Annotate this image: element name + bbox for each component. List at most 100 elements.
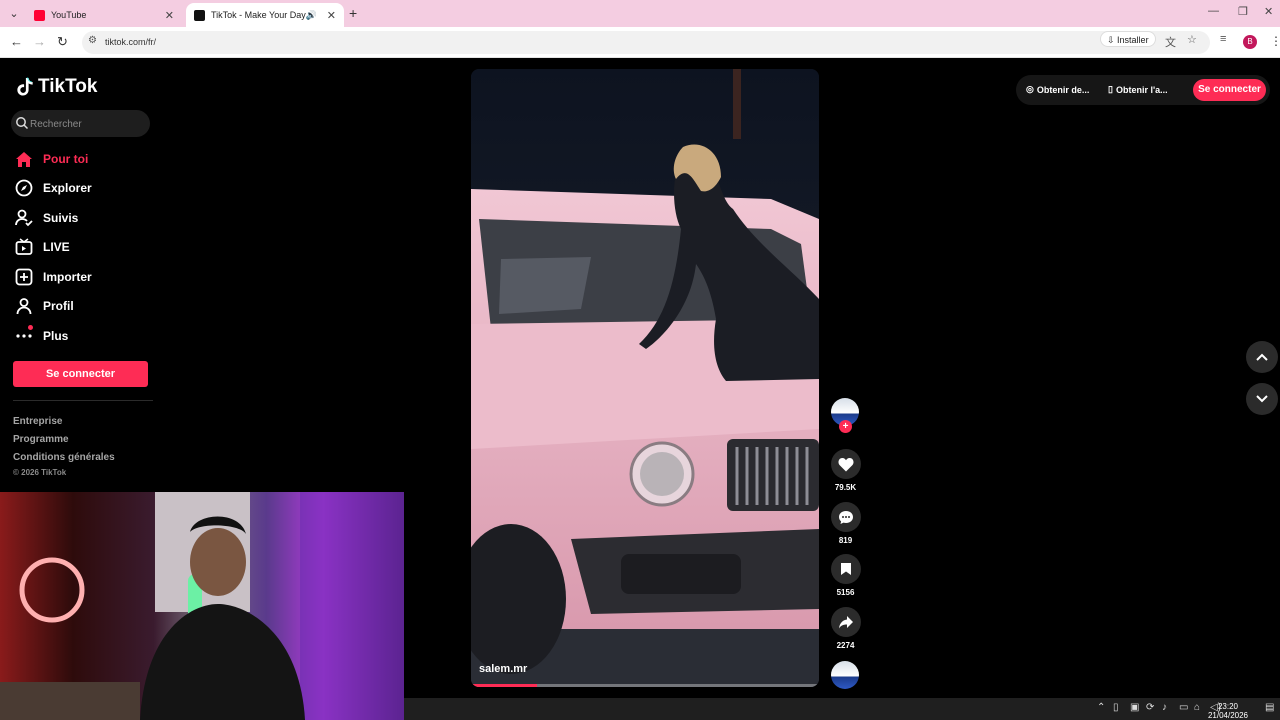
webcam-image bbox=[0, 492, 404, 720]
reload-icon[interactable]: ↻ bbox=[57, 34, 68, 50]
install-app-button[interactable]: ⇩ Installer bbox=[1100, 31, 1156, 47]
sidebar-item-explorer[interactable]: Explorer bbox=[14, 177, 92, 199]
sidebar-item-label: Plus bbox=[43, 329, 69, 343]
search-icon bbox=[16, 117, 29, 130]
footer-link-programme[interactable]: Programme bbox=[13, 434, 69, 445]
get-coins-link[interactable]: ◎ Obtenir de... bbox=[1026, 84, 1089, 95]
sidebar-item-profil[interactable]: Profil bbox=[14, 295, 74, 317]
save-count: 5156 bbox=[836, 588, 855, 597]
share-icon bbox=[838, 616, 853, 629]
search-box[interactable] bbox=[11, 110, 150, 137]
speaker-icon[interactable]: 🔊 bbox=[306, 10, 317, 21]
share-button[interactable] bbox=[830, 607, 861, 637]
notification-dot bbox=[28, 324, 33, 330]
top-login-button[interactable]: Se connecter bbox=[1193, 79, 1266, 101]
back-icon[interactable]: ← bbox=[10, 34, 23, 49]
browser-menu-icon[interactable]: ⋮ bbox=[1270, 34, 1280, 48]
video-progress-bar[interactable] bbox=[471, 684, 819, 687]
tab-title: TikTok - Make Your Day bbox=[211, 10, 306, 20]
like-count: 79.5K bbox=[834, 483, 857, 492]
sidebar-item-live[interactable]: LIVE bbox=[14, 236, 70, 258]
chevron-up-icon bbox=[1256, 353, 1268, 361]
forward-icon[interactable]: → bbox=[33, 34, 46, 49]
bookmark-star-icon[interactable]: ☆ bbox=[1187, 33, 1197, 46]
follow-plus-icon[interactable]: + bbox=[839, 420, 852, 433]
get-app-label: Obtenir l'a... bbox=[1115, 84, 1168, 95]
tiktok-logo[interactable]: TikTok bbox=[16, 76, 97, 98]
sidebar-item-label: Suivis bbox=[43, 211, 79, 225]
phone-icon: ▯ bbox=[1108, 84, 1113, 94]
like-button[interactable] bbox=[830, 449, 861, 479]
address-bar[interactable]: ⚙ tiktok.com/fr/ bbox=[82, 31, 1210, 54]
sidebar-login-button[interactable]: Se connecter bbox=[13, 361, 148, 387]
install-label: Installer bbox=[1117, 35, 1149, 45]
url-text[interactable]: tiktok.com/fr/ bbox=[105, 37, 156, 47]
get-app-link[interactable]: ▯ Obtenir l'a... bbox=[1108, 84, 1168, 95]
tab-youtube[interactable]: YouTube ✕ bbox=[26, 3, 182, 27]
sidebar-item-pour-toi[interactable]: Pour toi bbox=[14, 148, 88, 170]
sidebar-item-importer[interactable]: Importer bbox=[14, 266, 92, 288]
tray-microphone-icon[interactable]: ♪ bbox=[1162, 702, 1167, 713]
footer-link-entreprise[interactable]: Entreprise bbox=[13, 416, 62, 427]
close-window-icon[interactable]: ✕ bbox=[1264, 5, 1273, 18]
close-tab-icon[interactable]: ✕ bbox=[327, 9, 336, 22]
live-icon bbox=[14, 238, 33, 257]
tray-network-icon[interactable]: ⌂ bbox=[1194, 702, 1200, 713]
tray-chevron-icon[interactable]: ⌃ bbox=[1097, 702, 1105, 713]
share-action[interactable]: 2274 bbox=[829, 607, 862, 650]
clock-date: 21/04/2026 bbox=[1207, 711, 1249, 720]
close-tab-icon[interactable]: ✕ bbox=[165, 9, 174, 22]
save-button[interactable] bbox=[830, 554, 861, 584]
video-player[interactable]: salem.mr bbox=[471, 69, 819, 687]
tray-sync-icon[interactable]: ⟳ bbox=[1146, 702, 1154, 713]
previous-video-button[interactable] bbox=[1246, 341, 1278, 373]
tiktok-note-icon bbox=[17, 77, 33, 96]
heart-icon bbox=[837, 457, 854, 471]
tray-app-icon[interactable]: ▣ bbox=[1130, 702, 1139, 713]
comment-button[interactable] bbox=[830, 502, 861, 532]
tab-tiktok[interactable]: TikTok - Make Your Day 🔊 ✕ bbox=[186, 3, 344, 27]
tiktok-favicon-icon bbox=[194, 9, 205, 21]
browser-toolbar: ← → ↻ ⚙ tiktok.com/fr/ ⇩ Installer 文 ☆ ≡… bbox=[0, 27, 1280, 58]
youtube-favicon-icon bbox=[34, 9, 45, 21]
video-frame bbox=[471, 69, 819, 687]
creator-avatar[interactable]: + bbox=[831, 398, 859, 433]
new-tab-button[interactable]: + bbox=[349, 5, 357, 21]
upload-icon bbox=[14, 268, 33, 287]
tray-battery-icon[interactable]: ▭ bbox=[1179, 702, 1188, 713]
tray-phone-icon[interactable]: ▯ bbox=[1113, 702, 1119, 713]
footer-link-conditions[interactable]: Conditions générales bbox=[13, 452, 115, 463]
coin-icon: ◎ bbox=[1026, 84, 1034, 94]
bookmark-icon bbox=[840, 563, 851, 575]
compass-icon bbox=[14, 179, 33, 198]
comment-icon bbox=[838, 510, 853, 524]
sidebar-item-label: Pour toi bbox=[43, 152, 89, 166]
notification-icon[interactable]: ▤ bbox=[1265, 702, 1274, 713]
next-video-button[interactable] bbox=[1246, 383, 1278, 415]
sidebar-item-suivis[interactable]: Suivis bbox=[14, 207, 78, 229]
search-input[interactable] bbox=[30, 116, 145, 132]
reading-list-icon[interactable]: ≡ bbox=[1220, 33, 1226, 45]
install-icon: ⇩ bbox=[1107, 35, 1118, 45]
restore-icon[interactable]: ❐ bbox=[1238, 5, 1248, 18]
video-progress-fill bbox=[471, 684, 538, 687]
translate-icon[interactable]: 文 bbox=[1165, 34, 1176, 50]
save-action[interactable]: 5156 bbox=[829, 554, 862, 597]
sidebar-item-label: Explorer bbox=[43, 181, 92, 195]
video-author[interactable]: salem.mr bbox=[479, 663, 527, 675]
comment-count: 819 bbox=[838, 536, 853, 545]
taskbar-clock[interactable]: 23:20 21/04/2026 bbox=[1206, 702, 1250, 720]
tab-search-icon[interactable]: ⌄ bbox=[6, 6, 22, 22]
sound-disc-avatar[interactable] bbox=[831, 661, 859, 689]
site-info-icon[interactable]: ⚙ bbox=[88, 35, 97, 46]
profile-avatar[interactable]: B bbox=[1243, 35, 1257, 49]
like-action[interactable]: 79.5K bbox=[829, 449, 862, 492]
sidebar-item-label: LIVE bbox=[43, 240, 70, 254]
top-actions-bar: ◎ Obtenir de... ▯ Obtenir l'a... Se connec… bbox=[1016, 75, 1270, 105]
comment-action[interactable]: 819 bbox=[829, 502, 862, 545]
sidebar-divider bbox=[13, 400, 153, 401]
sidebar-item-plus[interactable]: Plus bbox=[14, 324, 69, 347]
minimize-icon[interactable]: — bbox=[1208, 5, 1219, 17]
sidebar-item-label: Profil bbox=[43, 299, 74, 313]
share-count: 2274 bbox=[836, 641, 855, 650]
